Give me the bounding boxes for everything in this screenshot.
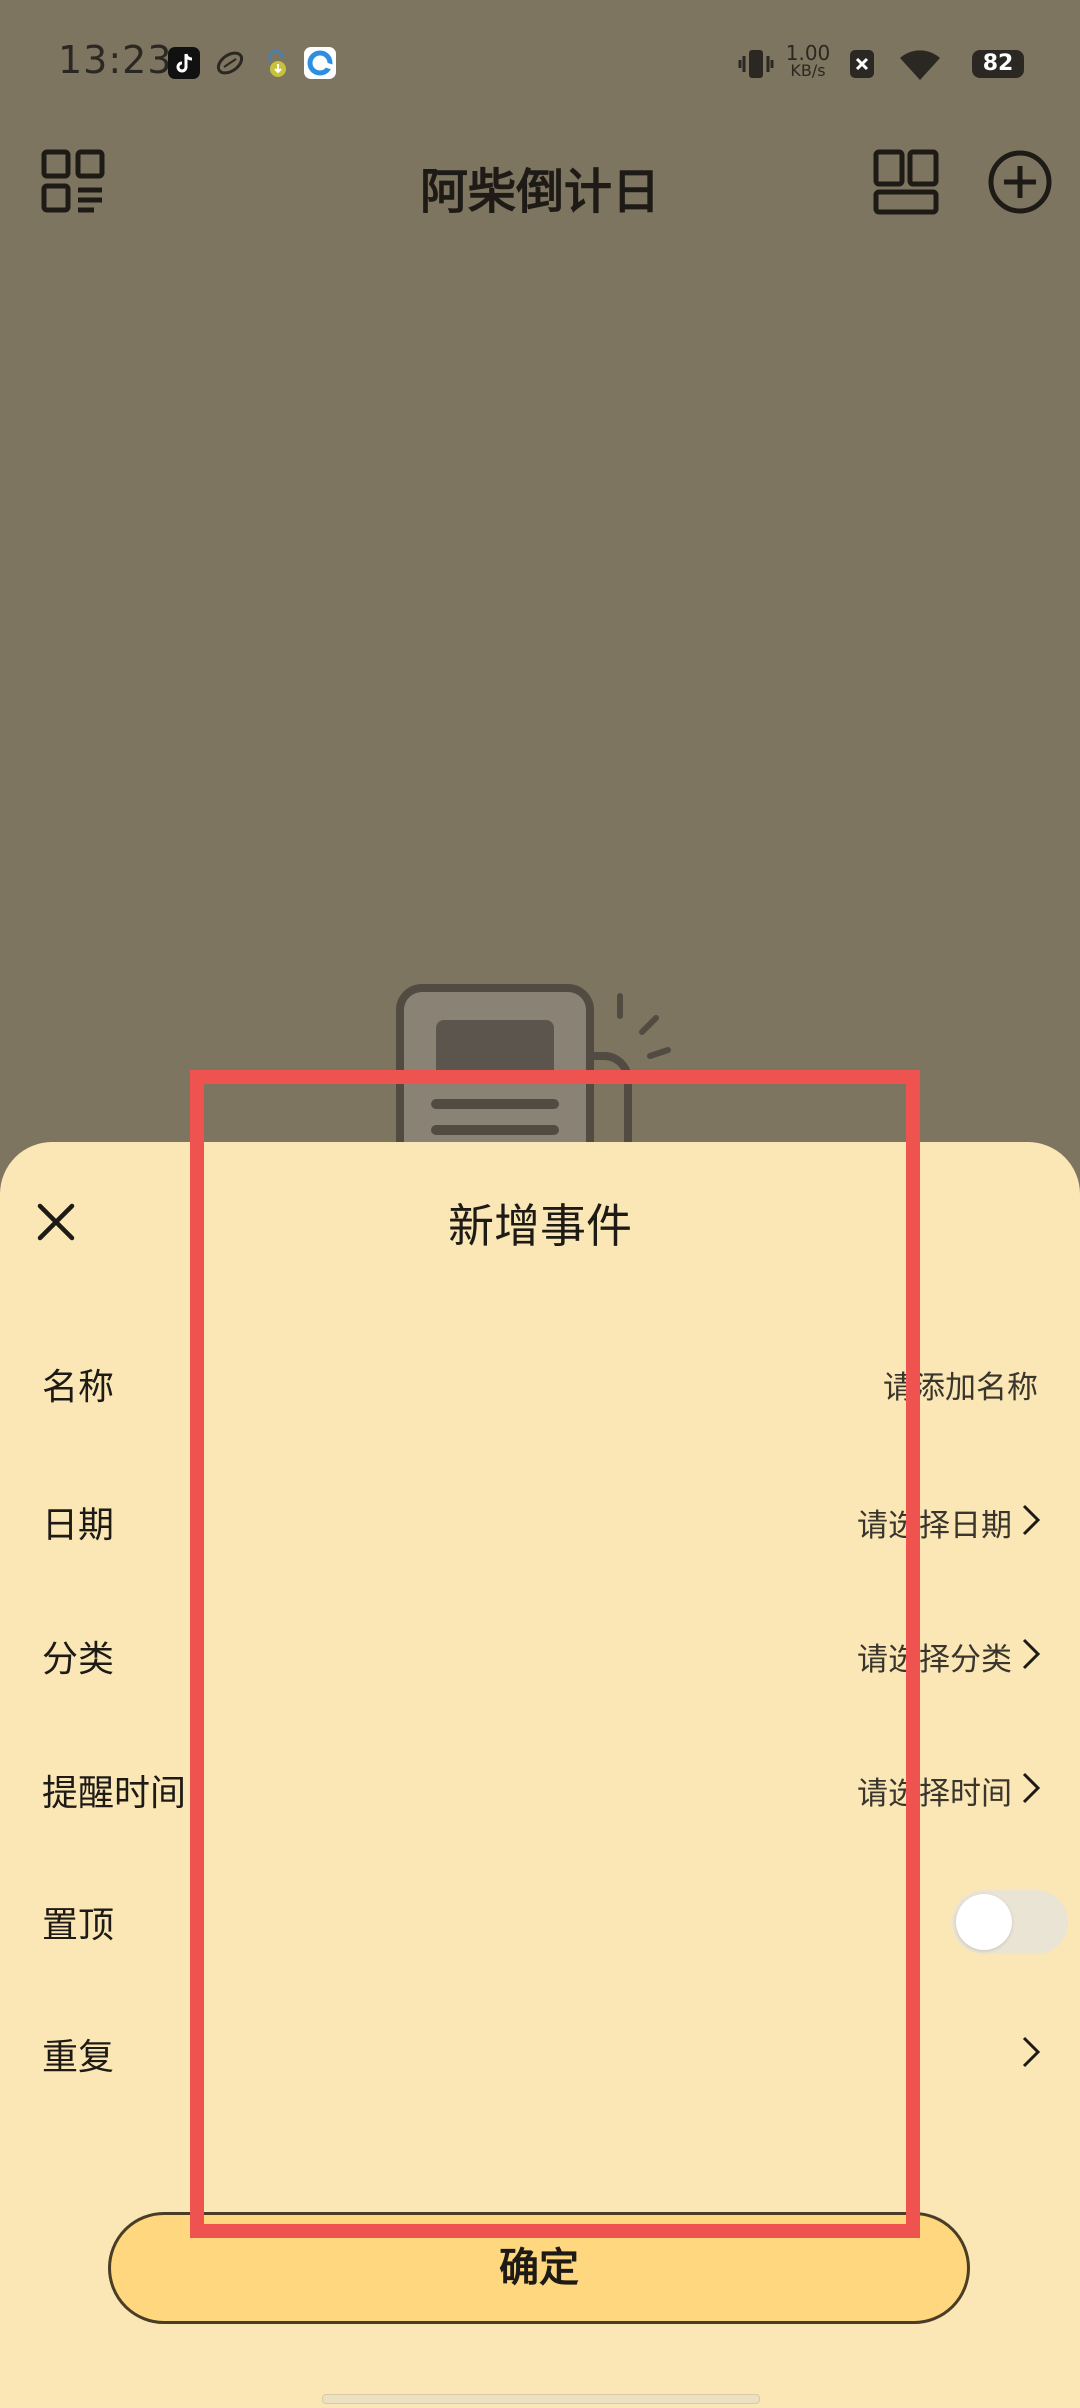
chevron-right-icon xyxy=(1018,2034,1044,2070)
reminder-time-label: 提醒时间 xyxy=(42,1773,187,1814)
date-row[interactable]: 日期 请选择日期 xyxy=(0,1464,1080,1574)
add-circle-icon[interactable] xyxy=(984,146,1056,218)
vibrate-icon xyxy=(738,46,774,82)
layout-icon[interactable] xyxy=(870,146,942,218)
pin-top-toggle[interactable] xyxy=(952,1890,1068,1954)
home-indicator[interactable] xyxy=(322,2394,760,2404)
battery-indicator: 82 xyxy=(972,50,1024,78)
category-label: 分类 xyxy=(42,1639,115,1680)
tiktok-icon xyxy=(168,47,200,79)
name-row[interactable]: 名称 请添加名称 xyxy=(0,1326,1080,1436)
reminder-time-value[interactable]: 请选择时间 xyxy=(857,1768,1012,1813)
sheet-title: 新增事件 xyxy=(448,1199,632,1253)
add-event-sheet: 新增事件 名称 请添加名称 日期 请选择日期 分类 请选择分类 提醒时间 请选择… xyxy=(0,1142,1080,2408)
net-speed-value: 1.00 xyxy=(785,41,831,65)
repeat-label: 重复 xyxy=(42,2037,115,2078)
status-time: 13:23 xyxy=(58,38,173,82)
chevron-right-icon xyxy=(1018,1770,1044,1806)
name-input[interactable]: 请添加名称 xyxy=(883,1362,1038,1407)
chevron-right-icon xyxy=(1018,1502,1044,1538)
repeat-row[interactable]: 重复 xyxy=(0,1996,1080,2106)
browser-icon xyxy=(304,47,336,79)
reminder-time-row[interactable]: 提醒时间 请选择时间 xyxy=(0,1732,1080,1842)
rugby-ball-icon xyxy=(214,47,246,79)
category-row[interactable]: 分类 请选择分类 xyxy=(0,1598,1080,1708)
date-label: 日期 xyxy=(42,1505,115,1546)
pin-top-row: 置顶 xyxy=(0,1864,1080,1974)
status-bar: 13:23 1.00 KB/s 82 xyxy=(0,0,1080,130)
wifi-icon xyxy=(898,48,942,82)
category-value[interactable]: 请选择分类 xyxy=(857,1634,1012,1679)
date-value[interactable]: 请选择日期 xyxy=(857,1500,1012,1545)
toggle-knob xyxy=(956,1894,1012,1950)
net-speed: 1.00 KB/s xyxy=(780,41,836,80)
download-lock-icon xyxy=(260,47,292,79)
pin-top-label: 置顶 xyxy=(42,1905,115,1946)
notification-x-icon xyxy=(848,48,876,80)
app-header: 阿柴倒计日 xyxy=(0,130,1080,240)
confirm-button[interactable]: 确定 xyxy=(108,2212,970,2324)
name-label: 名称 xyxy=(42,1367,115,1408)
empty-state-illustration xyxy=(392,980,692,1192)
chevron-right-icon xyxy=(1018,1636,1044,1672)
